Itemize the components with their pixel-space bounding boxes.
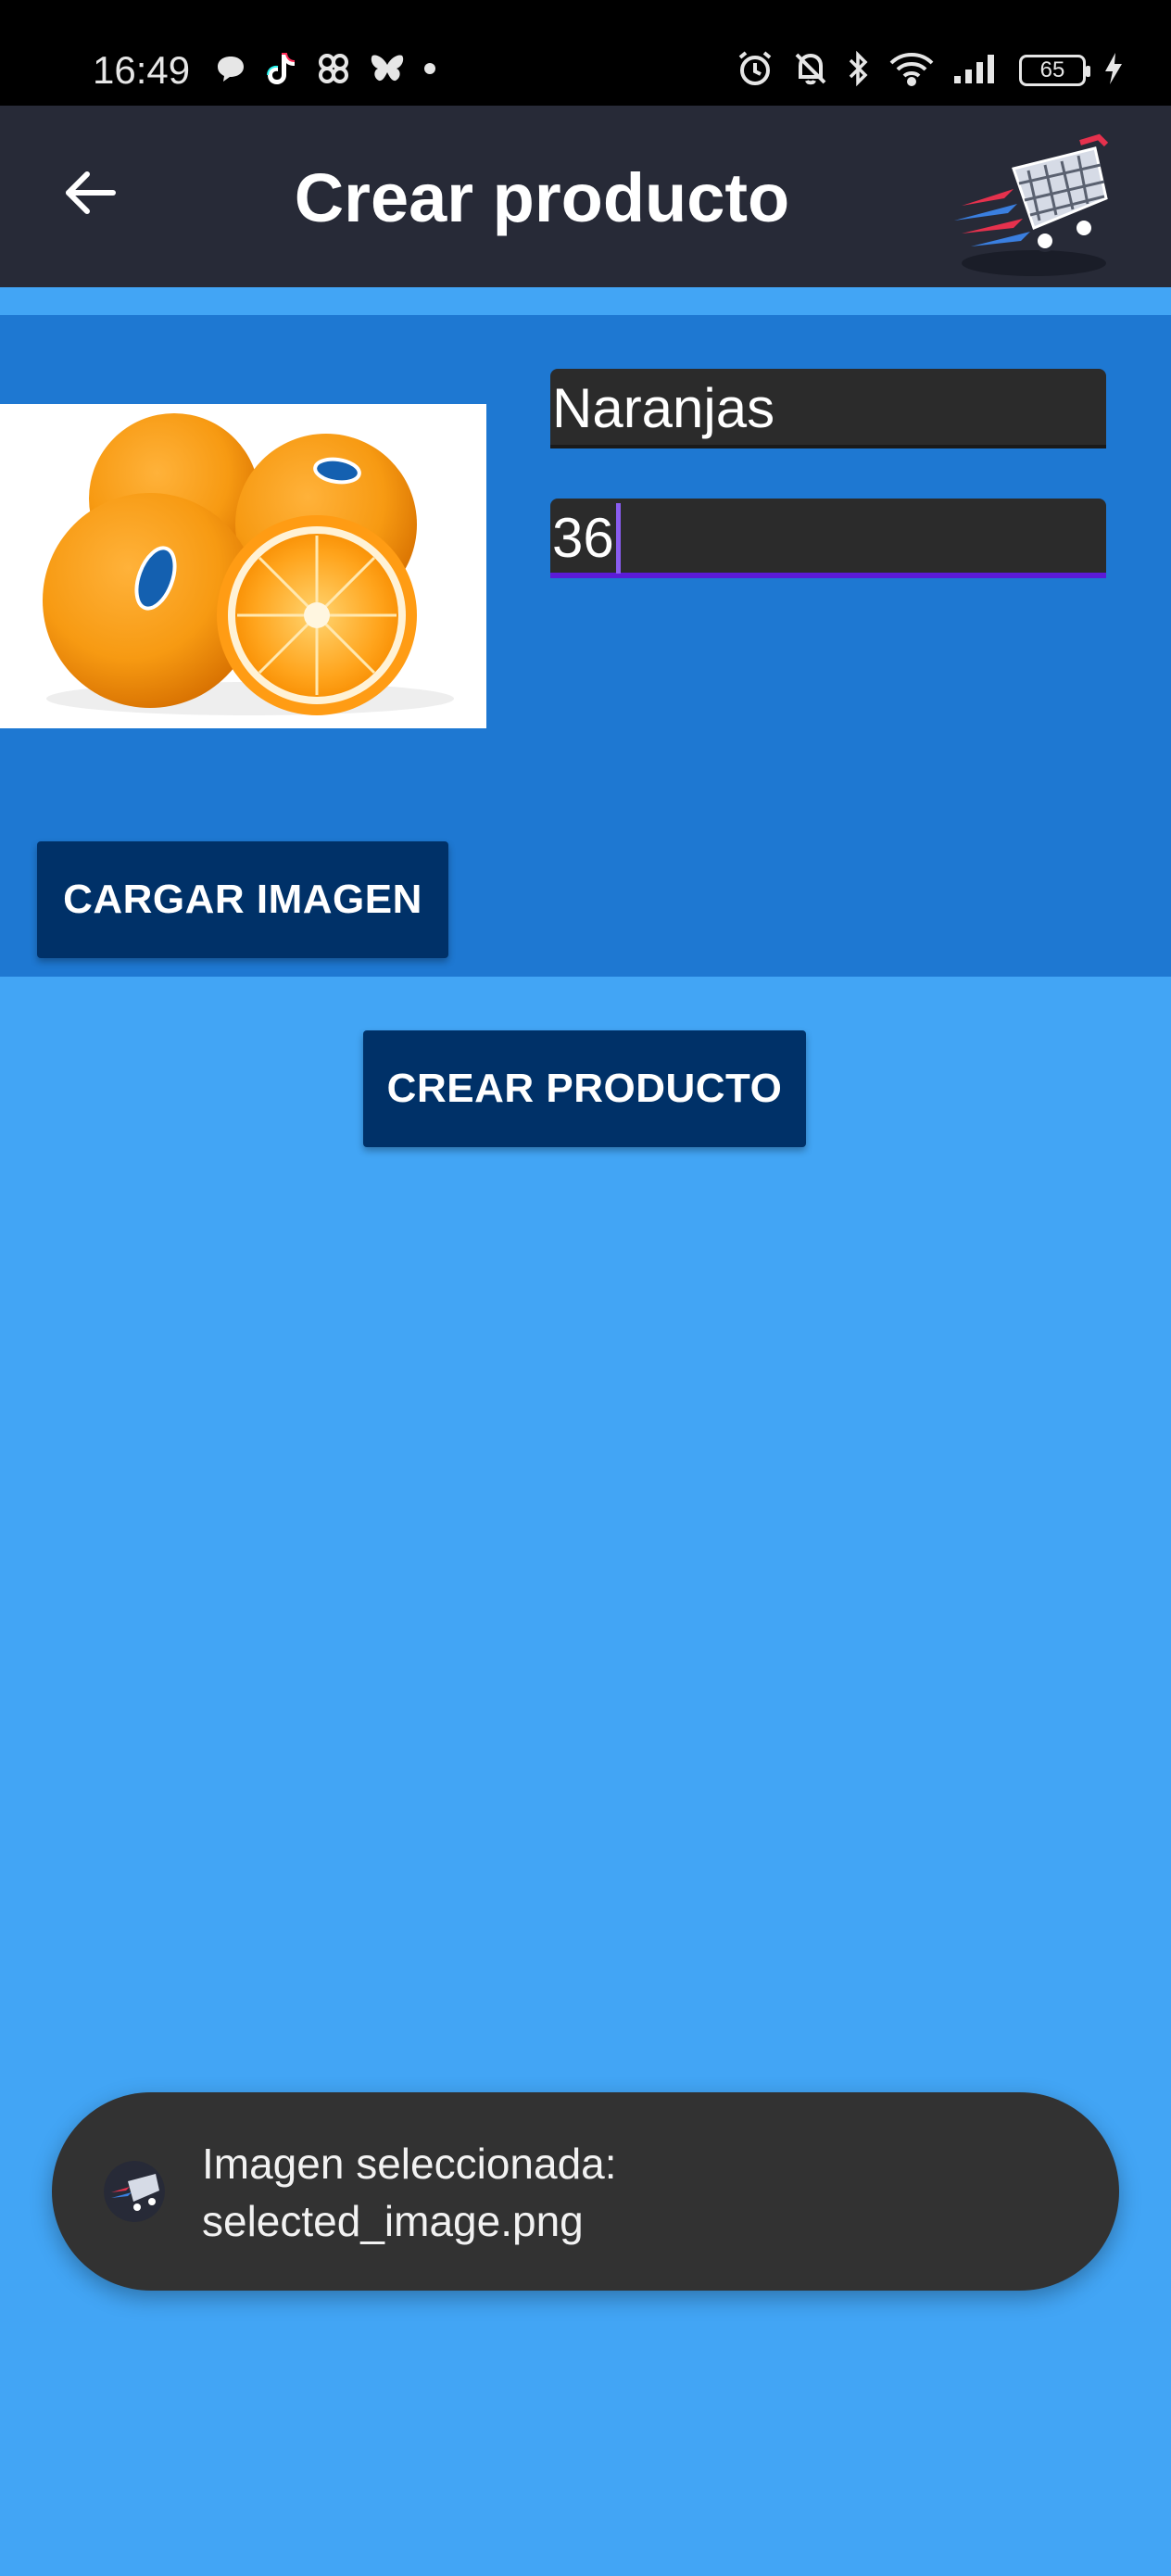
wifi-icon [888, 50, 936, 92]
signal-icon [952, 52, 1002, 90]
toast-line-2: selected_image.png [202, 2197, 584, 2245]
app-bar-divider [0, 287, 1171, 315]
chat-bubble-icon [215, 53, 246, 89]
alarm-icon [736, 49, 774, 93]
product-name-value: Naranjas [552, 377, 775, 439]
status-bar: 16:49 65 [0, 0, 1171, 106]
battery-level: 65 [1039, 57, 1065, 82]
product-name-field[interactable]: Naranjas [550, 369, 1106, 448]
shopping-cart-logo-icon [949, 124, 1115, 280]
toast-line-1: Imagen seleccionada: [202, 2140, 617, 2188]
status-left-icons [215, 46, 437, 95]
form-panel: Naranjas 36 CARGAR IMAGEN [0, 315, 1171, 977]
dot-icon [422, 61, 437, 81]
bluetooth-icon [847, 49, 871, 93]
toast-message: Imagen seleccionada: selected_image.png [52, 2092, 1119, 2291]
app-icon [104, 2161, 165, 2222]
product-price-field[interactable]: 36 [550, 499, 1106, 578]
tiktok-icon [263, 50, 298, 92]
product-image [0, 404, 486, 728]
battery-icon: 65 [1019, 55, 1090, 86]
charging-icon [1102, 51, 1125, 91]
text-cursor [615, 503, 621, 575]
app-bar: Crear producto [0, 106, 1171, 287]
toast-text: Imagen seleccionada: selected_image.png [202, 2135, 1073, 2250]
load-image-button[interactable]: CARGAR IMAGEN [37, 841, 448, 958]
oranges-image [0, 413, 486, 728]
bell-muted-icon [791, 49, 830, 93]
product-price-value: 36 [552, 507, 614, 569]
page-title: Crear producto [294, 159, 790, 236]
create-product-button[interactable]: CREAR PRODUCTO [363, 1030, 806, 1147]
status-time: 16:49 [93, 48, 191, 92]
butterfly-icon [369, 52, 406, 90]
status-right-icons: 65 [736, 44, 1125, 96]
pinwheel-icon [315, 50, 352, 92]
